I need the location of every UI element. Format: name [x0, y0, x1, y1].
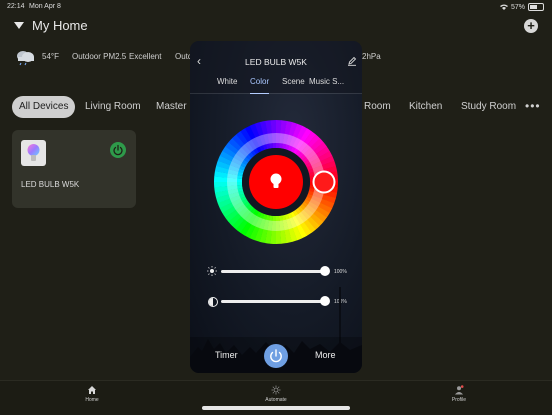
- panel-tab-white[interactable]: White: [217, 77, 237, 93]
- tab-room[interactable]: Room: [364, 96, 391, 118]
- battery-icon: [528, 3, 544, 11]
- tab-study-room[interactable]: Study Room: [461, 96, 516, 118]
- add-button[interactable]: +: [524, 19, 538, 33]
- weather-temperature: 54°F: [42, 52, 59, 61]
- caret-down-icon: [14, 22, 24, 29]
- panel-tab-divider: [190, 93, 362, 94]
- main-power-button[interactable]: [264, 344, 288, 368]
- tab-kitchen[interactable]: Kitchen: [409, 96, 442, 118]
- home-title: My Home: [32, 18, 88, 33]
- home-icon: [88, 386, 96, 394]
- wifi-icon: [499, 4, 508, 10]
- home-indicator-bar[interactable]: [202, 406, 350, 410]
- status-time: 22:14: [7, 3, 25, 10]
- timer-button[interactable]: Timer: [215, 350, 238, 360]
- status-date: Mon Apr 8: [29, 3, 61, 10]
- tab-living-room[interactable]: Living Room: [85, 96, 141, 118]
- bulb-thumbnail: [21, 140, 46, 166]
- panel-title: LED BULB W5K: [245, 57, 307, 67]
- profile-icon: [455, 385, 464, 395]
- brightness-slider[interactable]: [221, 270, 325, 273]
- automate-sun-icon: [271, 385, 281, 395]
- panel-tab-color[interactable]: Color: [250, 77, 270, 94]
- brightness-sun-icon: [207, 266, 217, 276]
- nav-home-label: Home: [85, 397, 99, 403]
- panel-tab-scene[interactable]: Scene: [282, 77, 305, 93]
- power-icon: [270, 349, 282, 363]
- nav-home[interactable]: Home: [62, 385, 122, 403]
- tab-all-devices[interactable]: All Devices: [12, 96, 76, 118]
- bulb-icon: [27, 144, 40, 161]
- weather-pm-label: Outdoor PM2.5: [72, 52, 127, 61]
- device-card[interactable]: LED BULB W5K: [12, 130, 136, 208]
- color-picker-handle[interactable]: [312, 170, 336, 194]
- bulb-control-panel: ‹ LED BULB W5K White Color Scene Music S…: [190, 41, 362, 373]
- edit-pencil-icon[interactable]: [347, 56, 357, 66]
- home-selector[interactable]: My Home: [14, 18, 88, 33]
- weather-pm-value: Excellent: [129, 52, 162, 61]
- status-bar: 22:14 Mon Apr 8 57%: [0, 0, 552, 14]
- weather-cloudy-icon: [17, 51, 34, 66]
- panel-tab-music[interactable]: Music S...: [309, 77, 344, 93]
- more-options-button[interactable]: More: [315, 350, 336, 360]
- weather-pressure: 2hPa: [362, 52, 381, 61]
- nav-profile[interactable]: Profile: [429, 385, 489, 403]
- device-power-toggle[interactable]: [110, 142, 126, 158]
- device-name: LED BULB W5K: [21, 180, 80, 189]
- nav-profile-label: Profile: [451, 397, 467, 403]
- nav-automate[interactable]: Automate: [246, 385, 306, 403]
- more-rooms-button[interactable]: •••: [525, 96, 541, 116]
- battery-percent: 57%: [510, 3, 525, 11]
- power-icon: [113, 144, 123, 156]
- brightness-slider-knob[interactable]: [320, 266, 330, 276]
- nav-automate-label: Automate: [265, 397, 287, 403]
- color-wheel[interactable]: [214, 117, 338, 247]
- brightness-value: 100%: [334, 269, 347, 275]
